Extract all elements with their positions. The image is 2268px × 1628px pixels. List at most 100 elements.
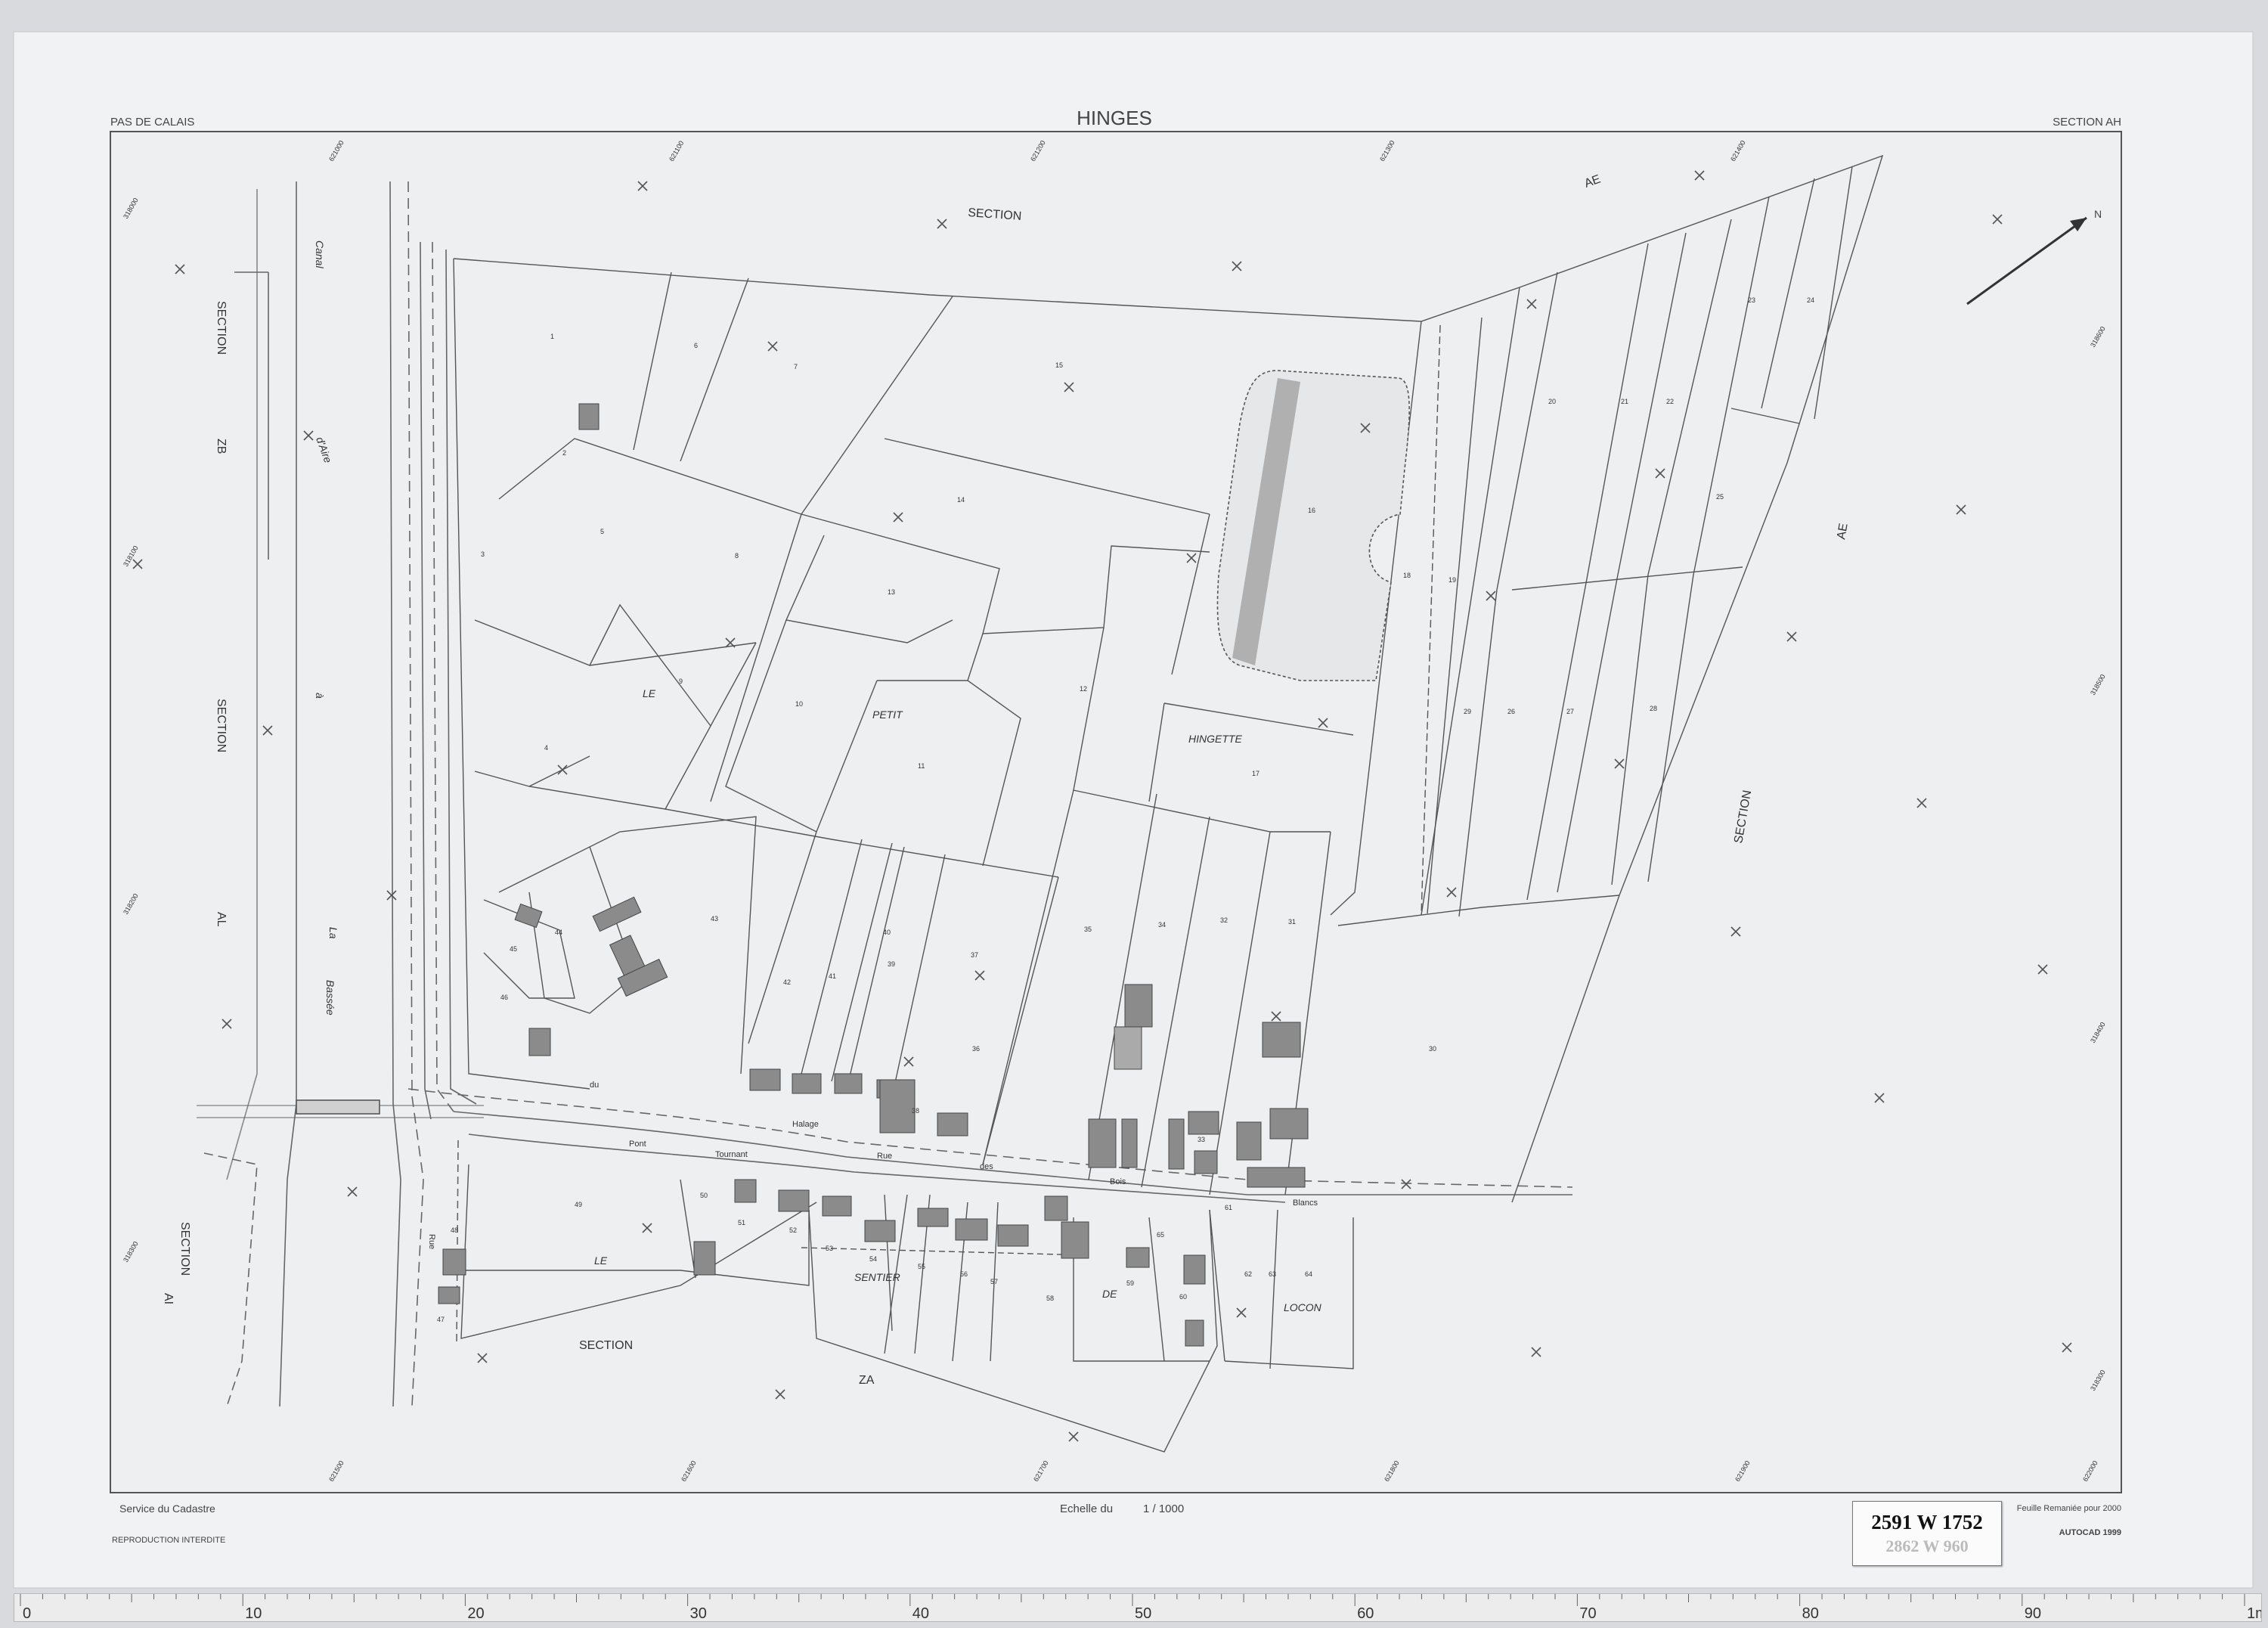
parcel-7: 7	[794, 363, 798, 371]
parcel-44: 44	[555, 929, 562, 936]
section-al: SECTION	[215, 699, 228, 752]
parcel-45: 45	[510, 945, 517, 953]
parcel-56: 56	[960, 1270, 968, 1278]
parcel-51: 51	[738, 1219, 745, 1226]
parcel-32: 32	[1220, 916, 1228, 924]
parcel-43: 43	[711, 915, 718, 923]
ruler-label: 40	[912, 1605, 929, 1621]
lieu-locon: LOCON	[1284, 1301, 1322, 1313]
parcel-20: 20	[1548, 398, 1556, 405]
parcel-8: 8	[735, 552, 739, 560]
parcel-15: 15	[1055, 361, 1063, 369]
ruler-label: 10	[245, 1605, 262, 1621]
parcel-55: 55	[918, 1263, 925, 1270]
parcel-17: 17	[1252, 770, 1259, 777]
parcel-42: 42	[783, 978, 791, 986]
archive-reference: 2591 W 1752	[1871, 1511, 1983, 1533]
parcel-50: 50	[700, 1192, 708, 1199]
lieu-sentier: SENTIER	[854, 1271, 900, 1283]
parcel-62: 62	[1244, 1270, 1252, 1278]
cadastral-sheet: PAS DE CALAIS HINGES SECTION AH Service …	[0, 0, 2268, 1628]
parcel-30: 30	[1429, 1045, 1436, 1053]
lieu-hingette: HINGETTE	[1188, 733, 1242, 745]
canal-label-4: La	[327, 927, 339, 939]
parcel-35: 35	[1084, 926, 1092, 933]
parcel-58: 58	[1046, 1295, 1054, 1302]
ruler-label: 80	[1802, 1605, 1819, 1621]
parcel-65: 65	[1157, 1231, 1164, 1239]
parcel-53: 53	[826, 1245, 833, 1252]
ruler-label: 70	[1579, 1605, 1596, 1621]
footer-service: Service du Cadastre	[119, 1502, 215, 1515]
parcel-3: 3	[481, 550, 485, 558]
road-des: des	[980, 1162, 993, 1171]
parcel-46: 46	[500, 994, 508, 1001]
road-halage: Halage	[792, 1120, 819, 1129]
parcel-10: 10	[795, 700, 803, 708]
parcel-25: 25	[1716, 493, 1724, 501]
canal-label-3: à	[314, 693, 326, 699]
road-tournant: Tournant	[715, 1150, 748, 1159]
parcel-52: 52	[789, 1226, 797, 1234]
parcel-64: 64	[1305, 1270, 1312, 1278]
road-du: du	[590, 1081, 599, 1090]
parcel-1: 1	[550, 333, 554, 340]
ruler-label: 90	[2025, 1605, 2041, 1621]
parcel-11: 11	[918, 762, 925, 770]
ruler-label: 20	[467, 1605, 484, 1621]
parcel-37: 37	[971, 951, 978, 959]
footer-scale-value: 1 / 1000	[1143, 1502, 1184, 1515]
north-label: N	[2094, 208, 2102, 220]
footer-scale-prefix: Echelle du	[1060, 1502, 1113, 1515]
parcel-12: 12	[1080, 685, 1087, 693]
parcel-23: 23	[1748, 296, 1755, 304]
parcel-47: 47	[437, 1316, 445, 1323]
parcel-14: 14	[957, 496, 965, 504]
canal-label-5: Bassée	[324, 980, 336, 1016]
parcel-33: 33	[1198, 1136, 1205, 1143]
section-al-letters: AL	[215, 912, 228, 927]
canal-label-1: Canal	[314, 240, 326, 268]
parcel-49: 49	[575, 1201, 582, 1208]
parcel-40: 40	[883, 929, 891, 936]
parcel-39: 39	[888, 960, 895, 968]
ruler-scale: 0 10 20 30 40 50 60 70 80 90 1m	[20, 1594, 2261, 1621]
archive-reference-label: 2591 W 1752 2862 W 960	[1852, 1501, 2002, 1566]
section-ai: SECTION	[178, 1222, 191, 1276]
parcel-59: 59	[1126, 1279, 1134, 1287]
section-za-letters: ZA	[859, 1374, 875, 1387]
parcel-60: 60	[1179, 1293, 1187, 1301]
parcel-36: 36	[972, 1045, 980, 1053]
parcel-6: 6	[694, 342, 698, 349]
cadastral-map: PAS DE CALAIS HINGES SECTION AH Service …	[13, 31, 2254, 1589]
footer-reproduction: REPRODUCTION INTERDITE	[112, 1536, 225, 1545]
lieu-le-2: LE	[594, 1254, 608, 1267]
parcel-22: 22	[1666, 398, 1674, 405]
ruler-label: 50	[1135, 1605, 1151, 1621]
lieu-de: DE	[1102, 1288, 1117, 1300]
header-commune: HINGES	[1077, 107, 1152, 129]
lieu-le: LE	[643, 687, 656, 699]
section-ai-letters: AI	[162, 1293, 175, 1304]
parcel-18: 18	[1403, 572, 1411, 579]
parcel-4: 4	[544, 744, 548, 752]
ruler-label: 0	[23, 1605, 31, 1621]
parcel-21: 21	[1621, 398, 1628, 405]
parcel-29: 29	[1464, 708, 1471, 715]
parcel-34: 34	[1158, 921, 1166, 929]
parcel-16: 16	[1308, 507, 1315, 514]
parcel-41: 41	[829, 972, 836, 980]
road-rue: Rue	[877, 1152, 892, 1161]
parcel-19: 19	[1448, 576, 1456, 584]
parcel-27: 27	[1566, 708, 1574, 715]
parcel-2: 2	[562, 449, 566, 457]
parcel-24: 24	[1807, 296, 1814, 304]
ruler-label: 30	[690, 1605, 707, 1621]
parcel-31: 31	[1288, 918, 1296, 926]
road-pont: Pont	[629, 1140, 646, 1149]
section-zb: SECTION	[215, 301, 228, 355]
parcel-38: 38	[912, 1107, 919, 1115]
lieu-petit: PETIT	[872, 709, 903, 721]
parcel-54: 54	[869, 1255, 877, 1263]
header-department: PAS DE CALAIS	[110, 116, 194, 129]
